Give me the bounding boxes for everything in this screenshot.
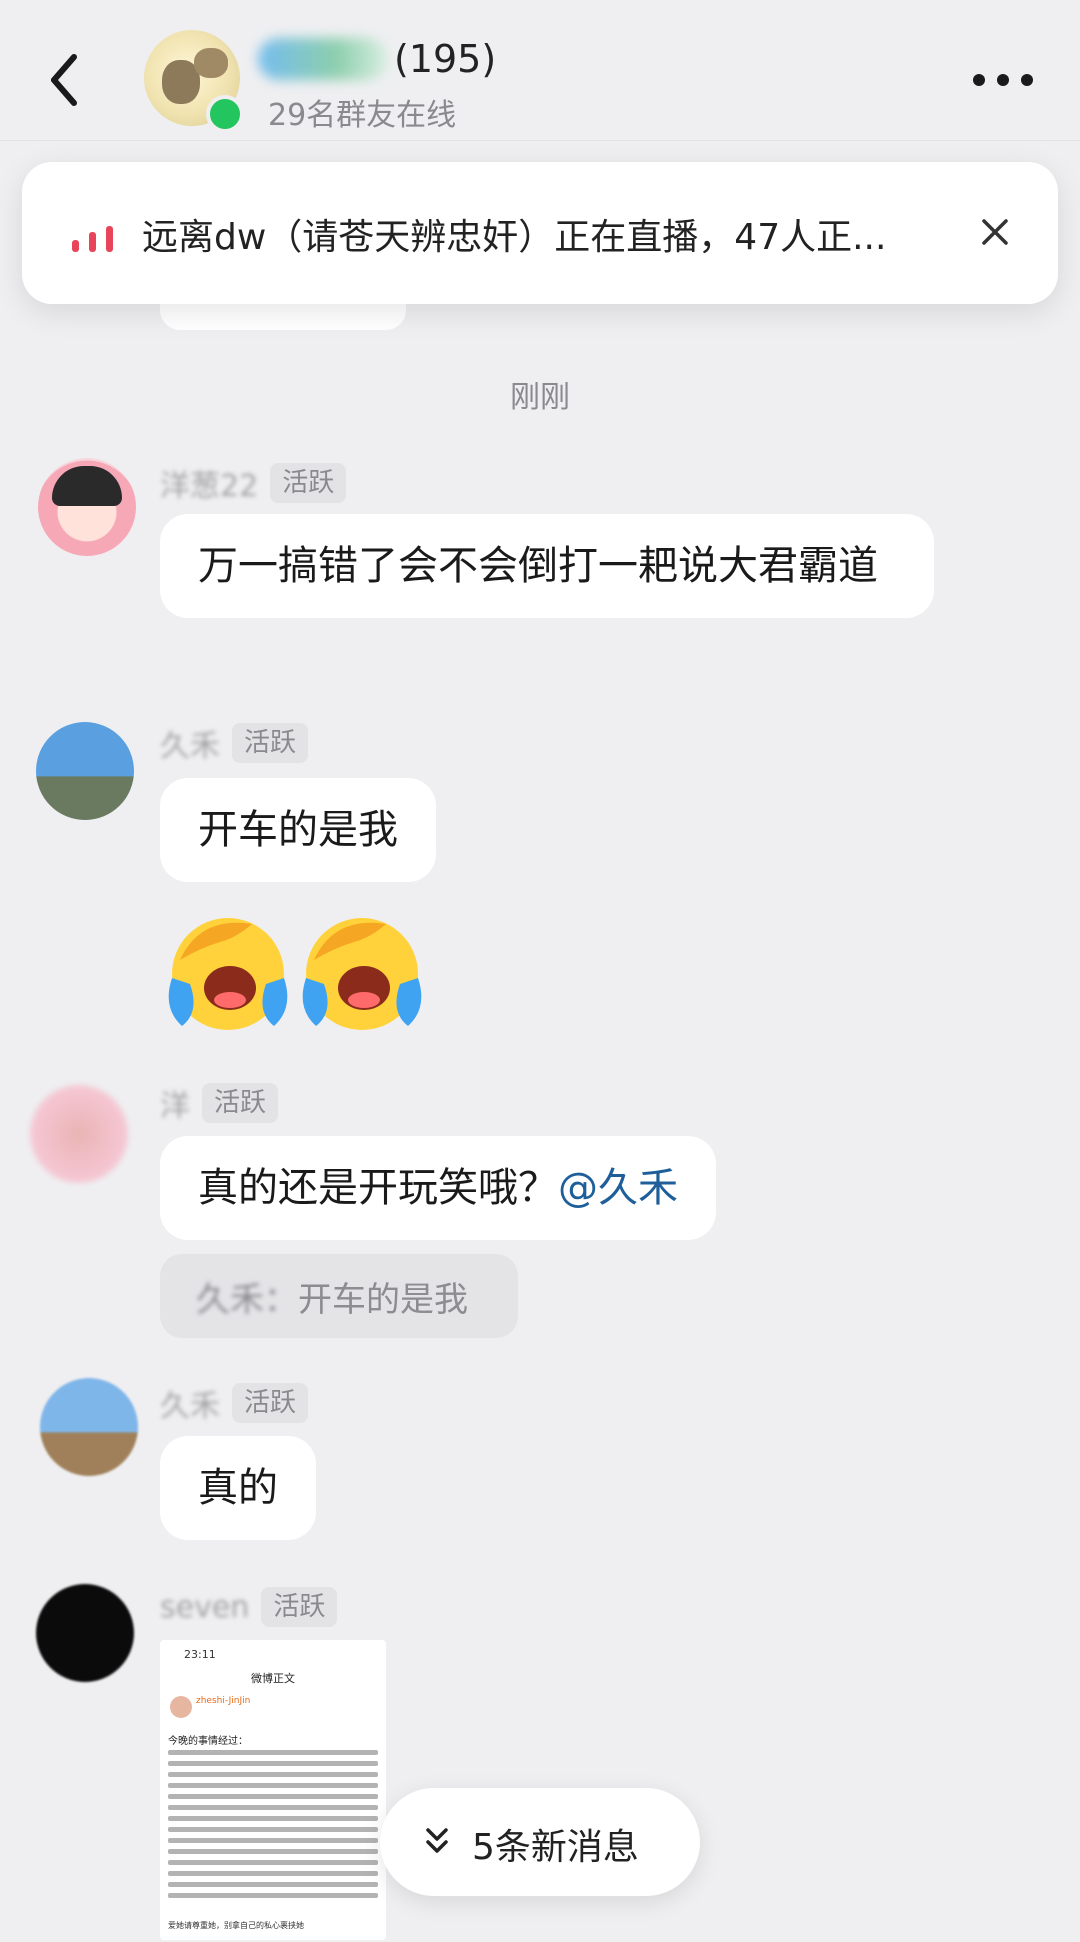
- activity-badge: 活跃: [270, 463, 347, 503]
- image-avatar: [170, 1696, 192, 1718]
- quoted-sender: 久禾：: [196, 1280, 298, 1320]
- sender-row: 洋 活跃: [160, 1081, 279, 1125]
- image-message[interactable]: 23:11 微博正文 zheshi-JinJin 今晚的事情经过： 爱她请尊重她…: [160, 1640, 386, 1940]
- sender-name[interactable]: 洋葱22: [160, 461, 258, 505]
- back-icon[interactable]: [40, 45, 90, 115]
- image-body-lines: [168, 1750, 378, 1904]
- activity-badge: 活跃: [232, 723, 309, 763]
- message-text: 真的还是开玩笑哦？: [198, 1165, 558, 1211]
- message-bubble[interactable]: 真的还是开玩笑哦？@久禾: [160, 1136, 716, 1240]
- live-banner-text[interactable]: 远离dw（请苍天辨忠奸）正在直播，47人正...: [142, 208, 942, 260]
- sender-row: 久禾 活跃: [160, 1381, 309, 1425]
- image-footer: 爱她请尊重她，别拿自己的私心裹挟她: [168, 1921, 304, 1930]
- new-messages-button[interactable]: 5条新消息: [380, 1788, 700, 1896]
- sender-name[interactable]: 久禾: [160, 721, 220, 765]
- crying-face-icon[interactable]: [160, 908, 296, 1034]
- message-text: 万一搞错了会不会倒打一耙说大君霸道: [198, 543, 878, 589]
- activity-badge: 活跃: [261, 1587, 338, 1627]
- crying-face-icon[interactable]: [294, 908, 430, 1034]
- message-bubble[interactable]: 万一搞错了会不会倒打一耙说大君霸道: [160, 514, 934, 618]
- timestamp-divider: 刚刚: [510, 380, 570, 415]
- image-status-time: 23:11: [184, 1648, 216, 1661]
- image-title: 微博正文: [251, 1672, 295, 1685]
- double-chevron-down-icon: [426, 1828, 448, 1853]
- message-bubble[interactable]: 开车的是我: [160, 778, 436, 882]
- avatar[interactable]: [40, 1378, 138, 1476]
- avatar[interactable]: [30, 1085, 128, 1183]
- sender-row: 久禾 活跃: [160, 721, 309, 765]
- activity-badge: 活跃: [232, 1383, 309, 1423]
- sender-row: seven 活跃: [160, 1586, 338, 1628]
- sender-row: 洋葱22 活跃: [160, 461, 347, 505]
- member-count: (195): [394, 37, 497, 81]
- close-icon[interactable]: [978, 215, 1012, 249]
- more-icon[interactable]: [970, 60, 1036, 100]
- image-user: zheshi-JinJin: [196, 1696, 251, 1706]
- image-heading: 今晚的事情经过：: [168, 1736, 248, 1747]
- avatar[interactable]: [38, 458, 136, 556]
- online-members-text: 29名群友在线: [268, 98, 457, 133]
- avatar[interactable]: [36, 1584, 134, 1682]
- group-title[interactable]: (195): [258, 34, 496, 84]
- live-signal-icon: [72, 226, 113, 252]
- new-messages-label: 5条新消息: [472, 1827, 639, 1868]
- activity-badge: 活跃: [202, 1083, 279, 1123]
- mention-link[interactable]: @久禾: [558, 1165, 678, 1211]
- message-text: 真的: [198, 1465, 278, 1511]
- sender-name[interactable]: 久禾: [160, 1381, 220, 1425]
- quoted-text: 开车的是我: [298, 1280, 468, 1320]
- sender-name[interactable]: 洋: [160, 1081, 190, 1125]
- blurred-group-name: [258, 38, 388, 80]
- avatar[interactable]: [36, 722, 134, 820]
- message-bubble[interactable]: 真的: [160, 1436, 316, 1540]
- quoted-reply[interactable]: 久禾：开车的是我: [160, 1254, 518, 1338]
- sender-name[interactable]: seven: [160, 1590, 249, 1625]
- chat-header: (195) 29名群友在线: [0, 0, 1080, 141]
- online-indicator: [206, 95, 244, 133]
- message-text: 开车的是我: [198, 807, 398, 853]
